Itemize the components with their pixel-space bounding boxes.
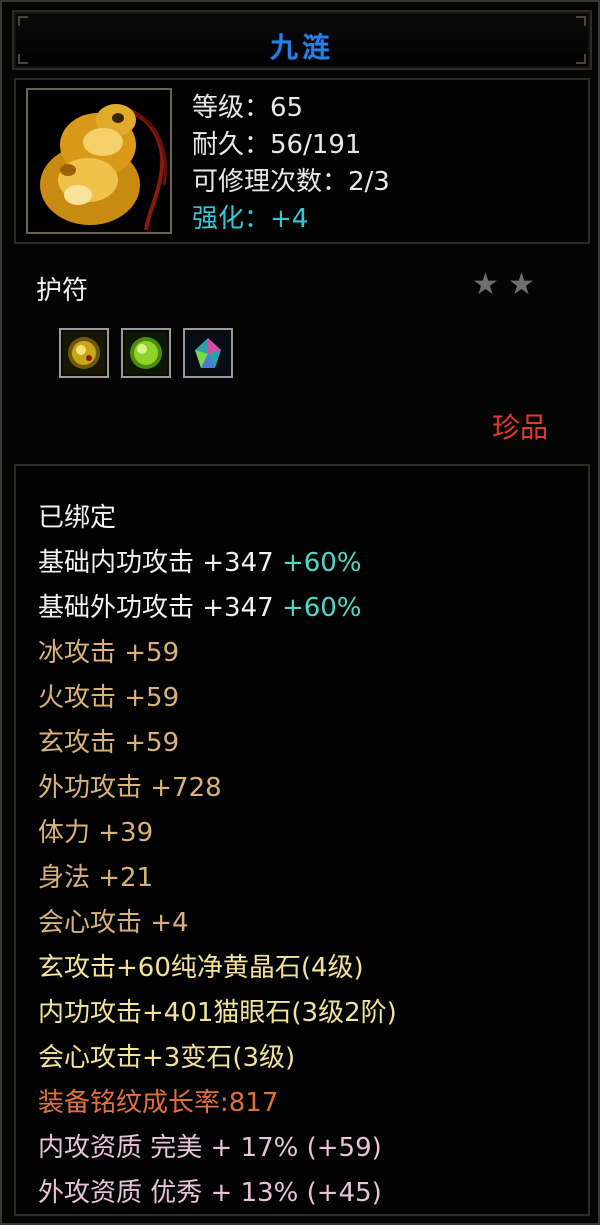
item-tooltip: 九涟 等级：65 耐久：56/191 可修理次数：2/3 强化：+4 护符 ★ …: [0, 0, 600, 1225]
cats-eye-gem-icon[interactable]: [121, 328, 171, 378]
repair-count-text: 可修理次数：2/3: [192, 167, 390, 197]
star-icon: ★: [508, 267, 535, 302]
outer-attack-quality: 外攻资质 优秀 + 13% (+45): [38, 1178, 382, 1208]
inner-attack-quality: 内攻资质 完美 + 17% (+59): [38, 1133, 382, 1163]
frame-corner: [576, 16, 586, 26]
title-bar: 九涟: [12, 10, 592, 70]
item-type: 护符: [36, 276, 89, 306]
agility: 身法 +21: [38, 863, 154, 893]
outer-attack: 外功攻击 +728: [38, 773, 222, 803]
level-text: 等级：65: [192, 93, 304, 123]
attribute-panel: 已绑定 基础内功攻击 +347 +60% 基础外功攻击 +347 +60% 冰攻…: [14, 464, 590, 1216]
enhance-text: 强化：+4: [192, 204, 309, 234]
fire-attack: 火攻击 +59: [38, 683, 180, 713]
frame-corner: [18, 16, 28, 26]
bound-status: 已绑定: [38, 503, 117, 533]
gem-bonus-1: 玄攻击+60纯净黄晶石(4级): [38, 953, 364, 983]
attribute-list: 已绑定 基础内功攻击 +347 +60% 基础外功攻击 +347 +60% 冰攻…: [38, 496, 397, 1216]
star-rating: ★ ★: [472, 270, 539, 300]
base-outer-attack: 基础外功攻击 +347 +60%: [38, 586, 397, 631]
base-inner-attack-bonus: +60%: [281, 548, 362, 578]
yellow-crystal-gem-icon[interactable]: [59, 328, 109, 378]
star-icon: ★: [472, 267, 499, 302]
base-outer-attack-value: 基础外功攻击 +347: [38, 593, 274, 623]
item-stats: 等级：65 耐久：56/191 可修理次数：2/3 强化：+4: [192, 90, 390, 238]
gem-bonus-3: 会心攻击+3变石(3级): [38, 1043, 296, 1073]
xuan-attack: 玄攻击 +59: [38, 728, 180, 758]
ice-attack: 冰攻击 +59: [38, 638, 180, 668]
item-name: 九涟: [269, 31, 334, 64]
item-header: 等级：65 耐久：56/191 可修理次数：2/3 强化：+4: [14, 78, 590, 244]
base-inner-attack-value: 基础内功攻击 +347: [38, 548, 274, 578]
growth-rate: 装备铭纹成长率:817: [38, 1088, 279, 1118]
durability-text: 耐久：56/191: [192, 130, 362, 160]
rarity-label: 珍品: [492, 411, 549, 444]
change-stone-gem-icon[interactable]: [183, 328, 233, 378]
base-inner-attack: 基础内功攻击 +347 +60%: [38, 541, 397, 586]
gem-bonus-2: 内功攻击+401猫眼石(3级2阶): [38, 998, 397, 1028]
base-outer-attack-bonus: +60%: [281, 593, 362, 623]
crit-attack: 会心攻击 +4: [38, 908, 189, 938]
jade-pendant-icon: [26, 88, 172, 234]
stamina: 体力 +39: [38, 818, 154, 848]
